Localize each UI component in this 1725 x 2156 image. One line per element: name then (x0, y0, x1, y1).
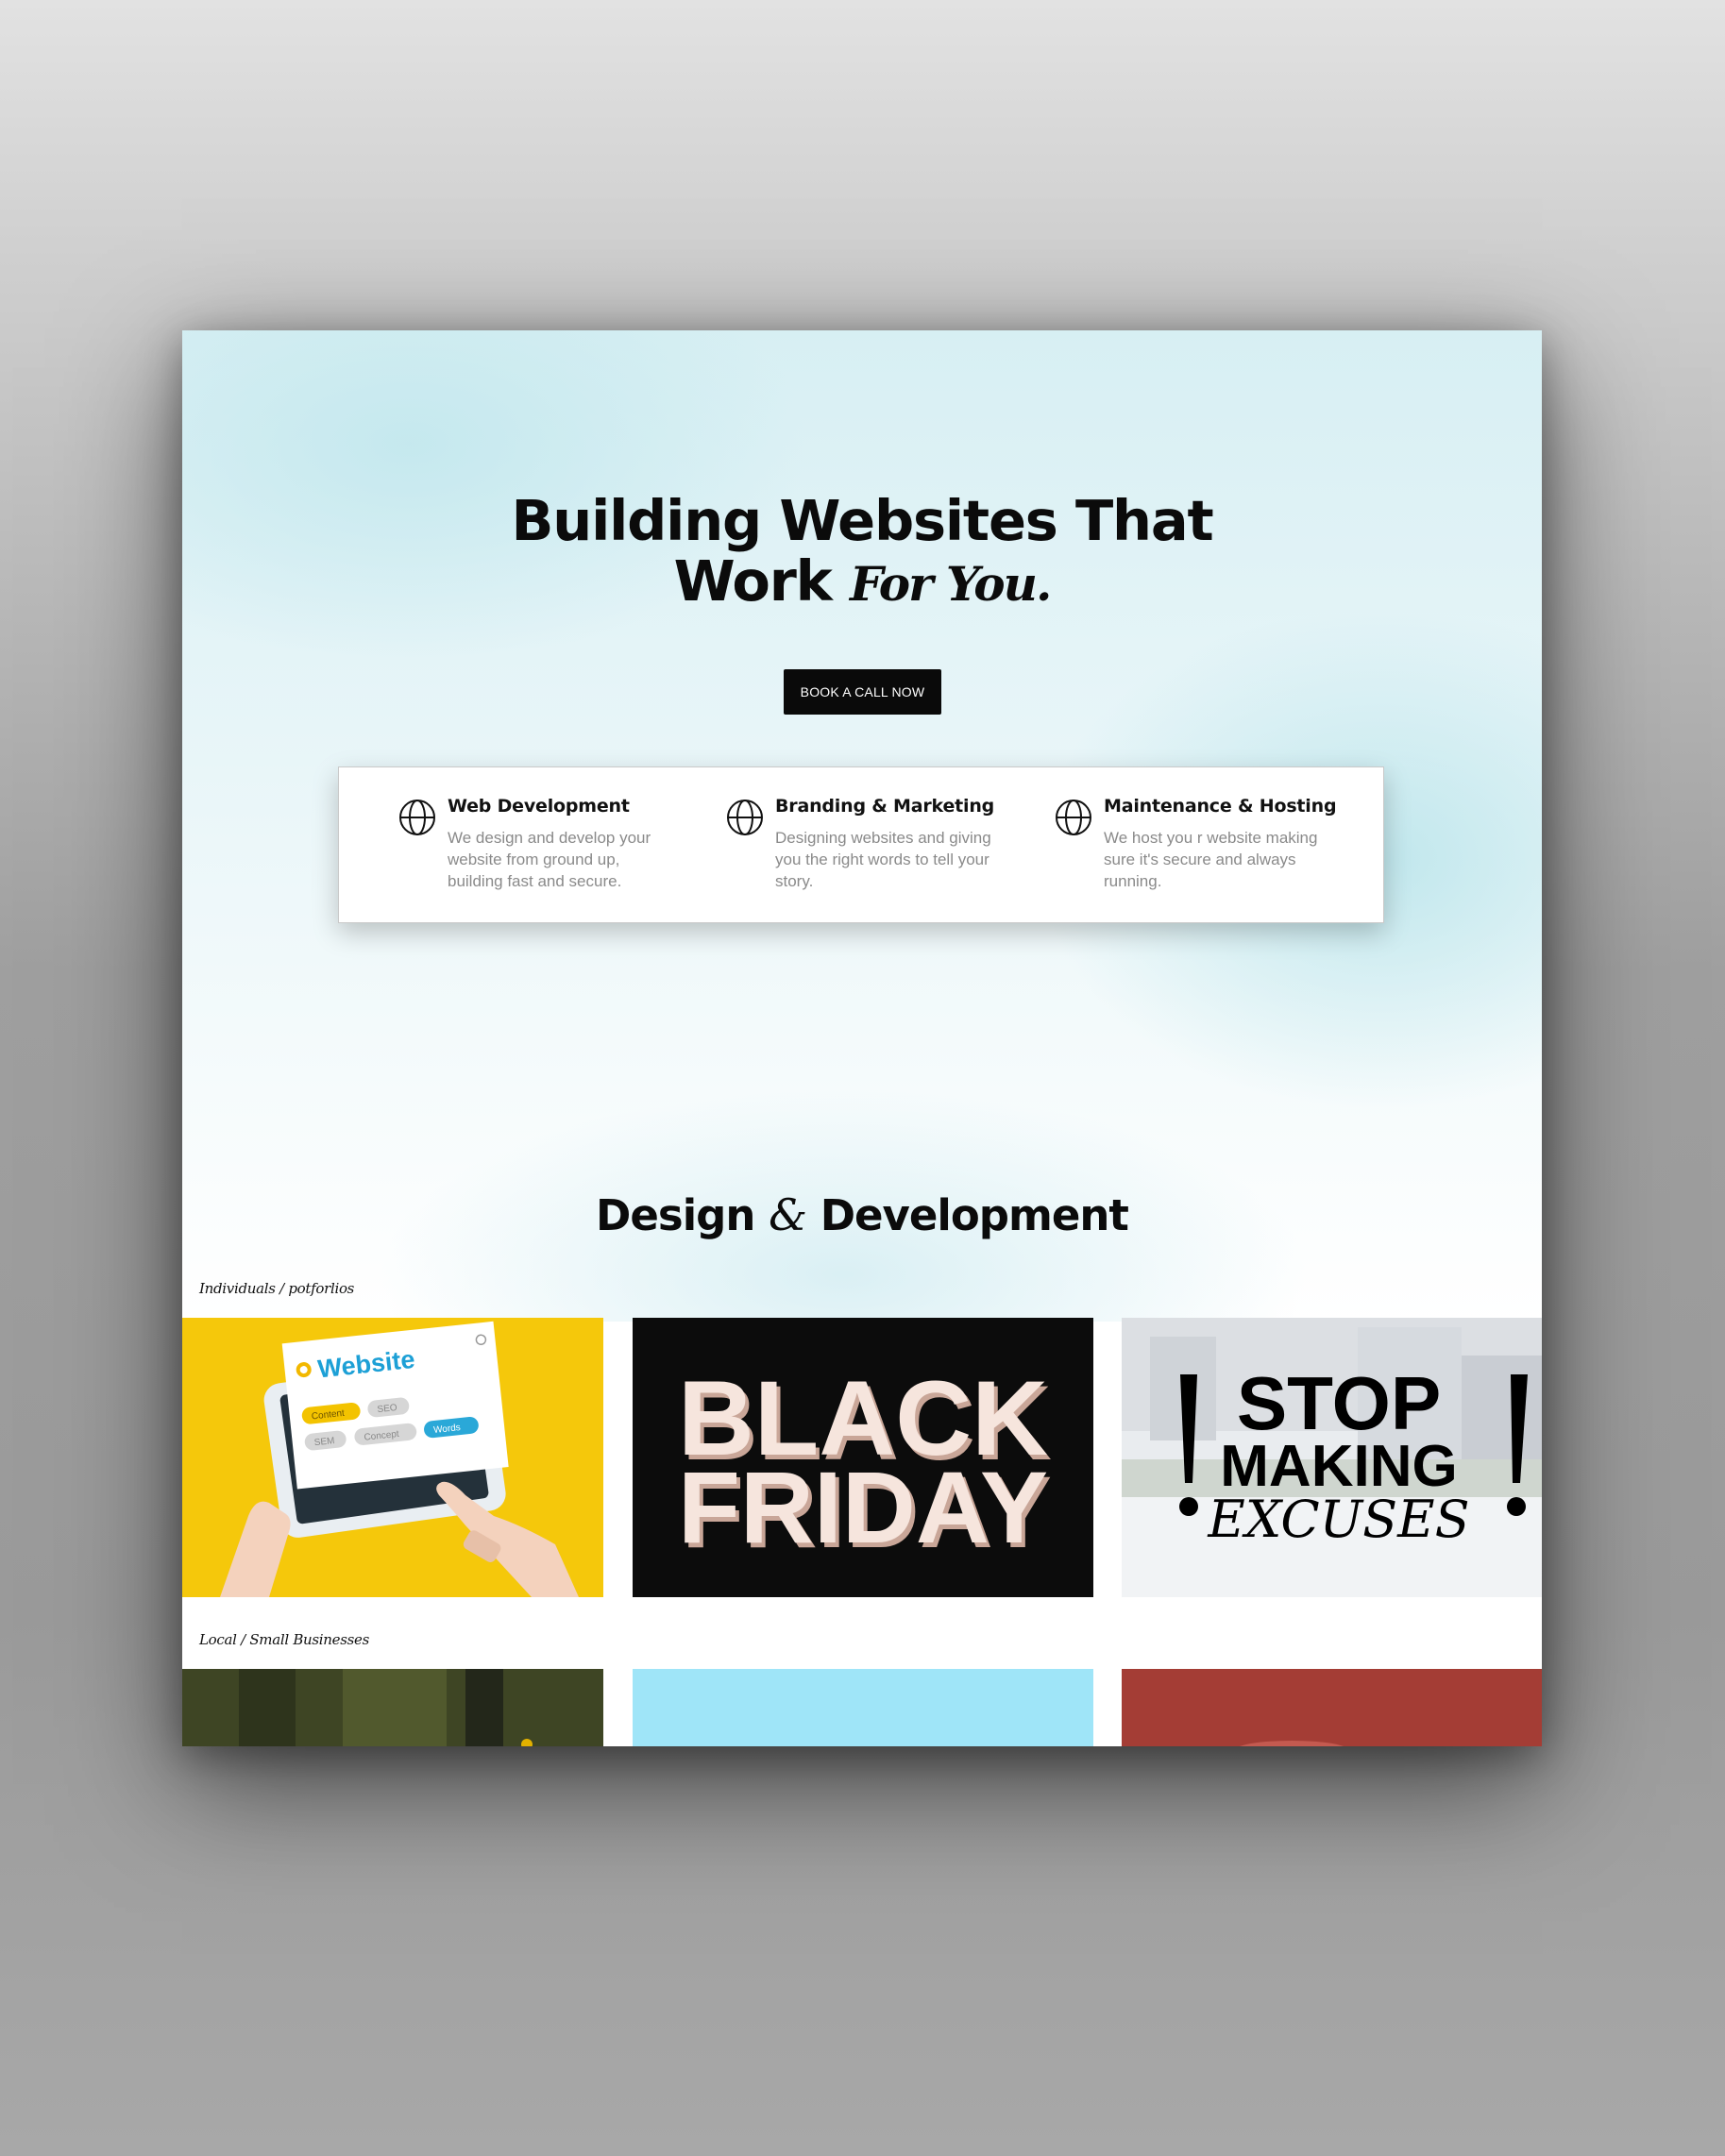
hero-title-script: For You. (850, 556, 1052, 612)
category-label-local-business: Local / Small Businesses (199, 1631, 370, 1648)
globe-icon (399, 800, 435, 835)
portfolio-tile-black-friday[interactable]: BLACK BLACK FRIDAY FRIDAY (633, 1318, 1093, 1597)
service-web-development: Web Development We design and develop yo… (397, 796, 681, 909)
category-label-individuals: Individuals / potforlios (199, 1280, 355, 1297)
friday-text: FRIDAY (678, 1450, 1048, 1564)
services-card: Web Development We design and develop yo… (338, 766, 1384, 923)
website-tablet-image: Website Content SEO SEM Concept Words (182, 1318, 603, 1597)
stop-text: STOP (1237, 1361, 1441, 1445)
portfolio-tile-local-3[interactable] (1122, 1669, 1542, 1746)
service-maintenance-hosting: Maintenance & Hosting We host you r webs… (1054, 796, 1337, 909)
service-branding-marketing: Branding & Marketing Designing websites … (725, 796, 1008, 909)
section-title: Design & Development (182, 1189, 1542, 1240)
section-title-part2: Development (820, 1190, 1129, 1240)
service-title: Branding & Marketing (775, 796, 995, 817)
service-title: Web Development (448, 796, 630, 817)
black-friday-image: BLACK BLACK FRIDAY FRIDAY (633, 1318, 1093, 1597)
section-title-amp: & (769, 1189, 807, 1240)
portfolio-tile-local-2[interactable] (633, 1669, 1093, 1746)
tile-local-1-image (182, 1669, 603, 1746)
portfolio-tile-website[interactable]: Website Content SEO SEM Concept Words (182, 1318, 603, 1597)
book-call-button[interactable]: BOOK A CALL NOW (784, 669, 941, 715)
hero-title: Building Websites That Work For You. (182, 491, 1542, 615)
globe-icon (1056, 800, 1091, 835)
service-description: We host you r website making sure it's s… (1104, 829, 1318, 890)
tile-local-2-image (633, 1669, 1093, 1746)
hero-title-line1: Building Websites That (511, 488, 1214, 553)
service-description: We design and develop your website from … (448, 829, 651, 890)
hero-section: Building Websites That Work For You. BOO… (182, 330, 1542, 1322)
stop-making-excuses-image: STOP MAKING EXCUSES (1122, 1318, 1542, 1597)
excuses-text: EXCUSES (1207, 1490, 1469, 1549)
tag-seo: SEO (377, 1403, 397, 1415)
portfolio-tile-local-1[interactable] (182, 1669, 603, 1746)
landing-page: Building Websites That Work For You. BOO… (182, 330, 1542, 1746)
hero-title-work: Work (673, 548, 833, 614)
section-title-part1: Design (596, 1190, 755, 1240)
portfolio-tile-stop-making-excuses[interactable]: STOP MAKING EXCUSES (1122, 1318, 1542, 1597)
service-description: Designing websites and giving you the ri… (775, 829, 991, 890)
tile-local-3-image (1122, 1669, 1542, 1746)
service-title: Maintenance & Hosting (1104, 796, 1337, 817)
tag-sem: SEM (313, 1436, 335, 1448)
globe-icon (727, 800, 763, 835)
